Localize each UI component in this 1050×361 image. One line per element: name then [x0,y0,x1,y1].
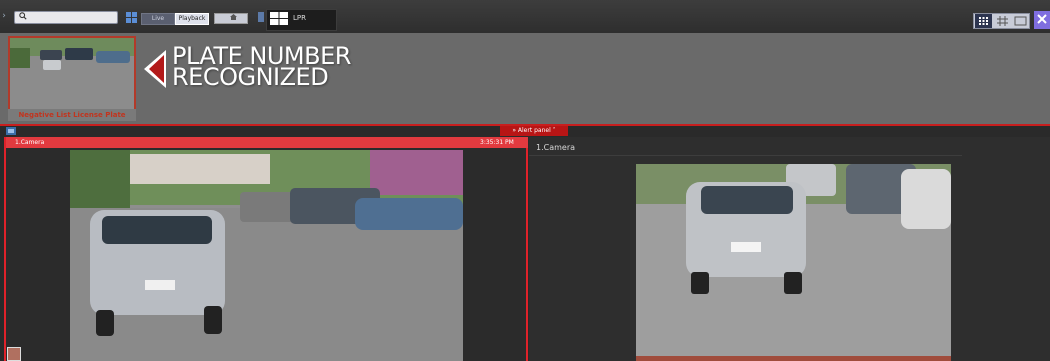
single-view-icon[interactable] [1012,14,1029,28]
camera-1-timestamp: 3:35:31 PM [480,139,514,146]
operator-avatar[interactable] [7,347,21,361]
tab-lpr-label: LPR [293,14,306,22]
up-chevron-icon: ˄ [550,127,556,134]
tools-icon[interactable] [1034,11,1050,29]
home-icon [230,14,237,20]
hash-view-icon[interactable] [994,14,1011,28]
layout-grid-icon[interactable] [126,12,137,23]
search-input[interactable] [14,11,118,24]
layout-preview-icon [270,12,288,25]
camera-1-header [6,137,528,148]
camera-2-timeline-bar[interactable] [636,356,951,361]
camera-1-frame [70,150,463,361]
alert-thumbnail[interactable] [8,36,136,120]
alert-title: PLATE NUMBER RECOGNIZED [172,44,351,91]
alert-pointer-icon [144,50,166,88]
search-icon [19,12,27,20]
camera-2-header [529,141,962,156]
alert-snapshot-image [10,38,134,118]
camera-2-title: 1.Camera [536,143,576,152]
thumbnail-caption: Negative List License Plate [8,109,136,121]
camera-2-video[interactable] [636,164,951,356]
layout-handle-icon[interactable] [258,12,264,22]
expand-panel-icon[interactable]: › [0,9,8,23]
playback-mode-button[interactable]: Playback [175,13,209,25]
camera-1-title: 1.Camera [15,139,45,146]
alert-title-line2: RECOGNIZED [172,63,329,91]
camera-2-frame [636,164,951,356]
camera-1-video[interactable] [70,150,463,361]
alert-panel-toggle[interactable]: » Alert panel ˄ [500,126,568,136]
panel-settings-icon[interactable] [6,127,16,135]
live-mode-button[interactable]: Live [141,13,175,25]
alert-panel-label: Alert panel [517,127,551,134]
grid-view-icon[interactable] [975,14,992,28]
